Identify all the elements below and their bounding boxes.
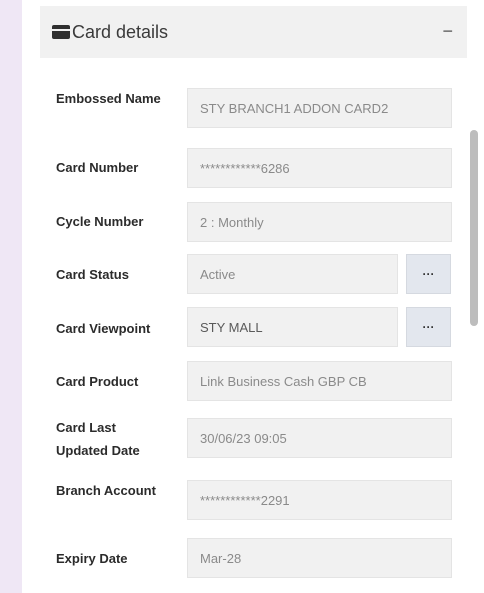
card-number-field: ************6286 bbox=[187, 148, 452, 188]
card-last-updated-field: 30/06/23 09:05 bbox=[187, 418, 452, 458]
branch-account-field: ************2291 bbox=[187, 480, 452, 520]
card-viewpoint-field: STY MALL bbox=[187, 307, 398, 347]
expiry-date-label: Expiry Date bbox=[56, 551, 128, 566]
card-number-label: Card Number bbox=[56, 160, 139, 175]
scrollbar-thumb[interactable] bbox=[470, 130, 478, 326]
credit-card-icon bbox=[52, 25, 70, 39]
expiry-date-field: Mar-28 bbox=[187, 538, 452, 578]
cycle-number-field: 2 : Monthly bbox=[187, 202, 452, 242]
card-status-label: Card Status bbox=[56, 267, 129, 282]
card-status-field: Active bbox=[187, 254, 398, 294]
cycle-number-label: Cycle Number bbox=[56, 214, 144, 229]
embossed-name-field: STY BRANCH1 ADDON CARD2 bbox=[187, 88, 452, 128]
card-product-label: Card Product bbox=[56, 374, 139, 389]
panel-title: Card details bbox=[72, 21, 169, 42]
card-last-updated-label: Card Last Updated Date bbox=[56, 420, 140, 458]
card-product-field: Link Business Cash GBP CB bbox=[187, 361, 452, 401]
card-viewpoint-more-button[interactable]: ··· bbox=[406, 307, 451, 347]
collapse-button[interactable]: − bbox=[442, 20, 453, 42]
card-details-header[interactable]: Card details − bbox=[40, 6, 467, 58]
card-status-more-button[interactable]: ··· bbox=[406, 254, 451, 294]
branch-account-label: Branch Account bbox=[56, 483, 156, 498]
card-viewpoint-label: Card Viewpoint bbox=[56, 321, 151, 336]
embossed-name-label: Embossed Name bbox=[56, 91, 161, 106]
